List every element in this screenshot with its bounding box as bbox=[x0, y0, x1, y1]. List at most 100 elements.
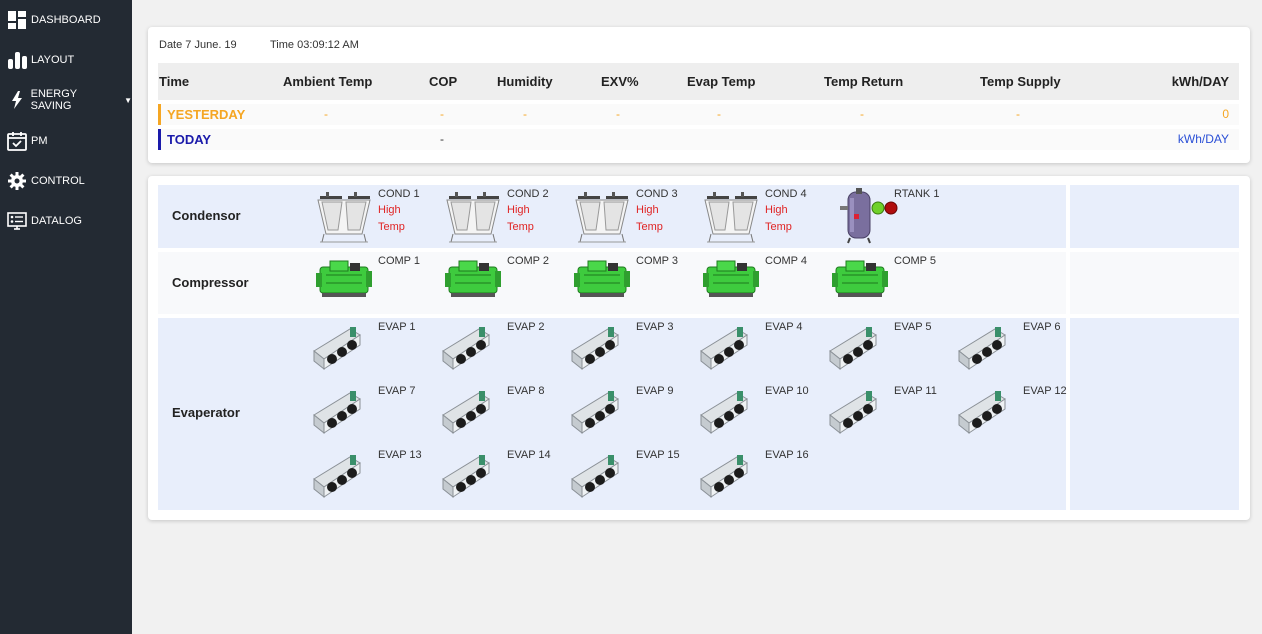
condenser-unit-label: COND 1 bbox=[378, 188, 420, 200]
calendar-check-icon bbox=[7, 131, 27, 151]
bar-chart-icon bbox=[7, 50, 27, 70]
dashboard-icon bbox=[7, 10, 27, 30]
evaporator-unit-icon bbox=[313, 455, 361, 499]
evaporator-unit-icon bbox=[829, 391, 877, 435]
evaporator-unit-label: EVAP 6 bbox=[1023, 321, 1061, 333]
header-humidity: Humidity bbox=[497, 74, 553, 89]
high-temp-warning: High Temp bbox=[378, 204, 405, 233]
today-label: TODAY bbox=[158, 129, 211, 150]
nav-layout[interactable]: LAYOUT bbox=[0, 42, 132, 78]
evaporator-unit-label: EVAP 10 bbox=[765, 385, 809, 397]
nav-control[interactable]: CONTROL bbox=[0, 163, 132, 199]
header-kwh-day: kWh/DAY bbox=[1171, 74, 1229, 89]
nav-datalog-label: DATALOG bbox=[31, 215, 82, 227]
nav-dashboard-label: DASHBOARD bbox=[31, 14, 101, 26]
evaporator-unit-label: EVAP 14 bbox=[507, 449, 551, 461]
evaporator-unit-icon bbox=[700, 391, 748, 435]
yesterday-return: - bbox=[860, 107, 864, 121]
table-header: Time Ambient Temp COP Humidity EXV% Evap… bbox=[158, 63, 1239, 100]
evaporator-unit-icon bbox=[700, 327, 748, 371]
yesterday-cop: - bbox=[440, 107, 444, 121]
gear-icon bbox=[7, 171, 27, 191]
yesterday-ambient: - bbox=[324, 107, 328, 121]
evaporator-unit-icon bbox=[958, 391, 1006, 435]
compressor-unit-label: COMP 4 bbox=[765, 255, 807, 267]
header-time: Time bbox=[159, 74, 190, 89]
high-temp-warning: High Temp bbox=[765, 204, 792, 233]
condenser-unit-icon bbox=[446, 192, 500, 243]
compressor-title: Compressor bbox=[172, 275, 249, 290]
compressor-side-panel bbox=[1070, 252, 1239, 314]
lightning-icon bbox=[7, 90, 27, 110]
compressor-unit-icon bbox=[445, 260, 501, 297]
header-cop: COP bbox=[429, 74, 458, 89]
evaporator-unit-label: EVAP 16 bbox=[765, 449, 809, 461]
compressor-unit-icon bbox=[574, 260, 630, 297]
condenser-unit-icon bbox=[704, 192, 758, 243]
nav-control-label: CONTROL bbox=[31, 175, 85, 187]
yesterday-humidity: - bbox=[523, 107, 527, 121]
today-cop: - bbox=[440, 132, 444, 146]
evaporator-unit-label: EVAP 2 bbox=[507, 321, 545, 333]
table-row-yesterday: YESTERDAY - - - - - - - 0 bbox=[158, 104, 1239, 125]
evaporator-unit-icon bbox=[571, 327, 619, 371]
nav-dashboard[interactable]: DASHBOARD bbox=[0, 2, 132, 38]
evaporator-unit-icon bbox=[571, 391, 619, 435]
evaporator-unit-label: EVAP 11 bbox=[894, 385, 937, 397]
header-ambient-temp: Ambient Temp bbox=[283, 74, 373, 89]
nav-pm[interactable]: PM bbox=[0, 123, 132, 159]
condenser-unit-label: COND 3 bbox=[636, 188, 678, 200]
chevron-down-icon: ▼ bbox=[124, 95, 132, 105]
nav-energy-saving-label: ENERGY SAVING bbox=[30, 88, 77, 112]
header-temp-supply: Temp Supply bbox=[980, 74, 1061, 89]
nav-energy-saving[interactable]: ENERGY SAVING ▼ bbox=[0, 82, 132, 118]
date-label: Date 7 June. 19 bbox=[159, 39, 237, 51]
yesterday-evap: - bbox=[717, 107, 721, 121]
evaporator-unit-label: EVAP 5 bbox=[894, 321, 932, 333]
compressor-unit-label: COMP 2 bbox=[507, 255, 549, 267]
condenser-unit-label: COND 2 bbox=[507, 188, 549, 200]
summary-card: Date 7 June. 19 Time 03:09:12 AM Time Am… bbox=[148, 27, 1250, 163]
evaporator-unit-icon bbox=[313, 391, 361, 435]
sidebar: DASHBOARD LAYOUT ENERGY SAVING ▼ PM CONT… bbox=[0, 0, 132, 634]
evaporator-unit-label: EVAP 7 bbox=[378, 385, 416, 397]
evaporator-unit-icon bbox=[829, 327, 877, 371]
high-temp-warning: High Temp bbox=[636, 204, 663, 233]
compressor-unit-icon bbox=[832, 260, 888, 297]
evaporator-unit-label: EVAP 3 bbox=[636, 321, 674, 333]
monitor-list-icon bbox=[7, 211, 27, 231]
compressor-unit-label: COMP 5 bbox=[894, 255, 936, 267]
evaporator-unit-icon bbox=[571, 455, 619, 499]
evaporator-unit-label: EVAP 4 bbox=[765, 321, 803, 333]
receiver-tank-label: RTANK 1 bbox=[894, 188, 940, 200]
table-row-today: TODAY - kWh/DAY bbox=[158, 129, 1239, 150]
nav-layout-label: LAYOUT bbox=[31, 54, 75, 66]
evaporator-unit-label: EVAP 13 bbox=[378, 449, 422, 461]
evaporator-unit-label: EVAP 12 bbox=[1023, 385, 1067, 397]
today-kwh: kWh/DAY bbox=[1177, 132, 1229, 146]
evaporator-unit-icon bbox=[958, 327, 1006, 371]
condenser-unit-icon bbox=[317, 192, 371, 243]
evaporator-unit-icon bbox=[313, 327, 361, 371]
nav-pm-label: PM bbox=[31, 135, 48, 147]
condensor-title: Condensor bbox=[172, 208, 241, 223]
time-label: Time 03:09:12 AM bbox=[270, 39, 359, 51]
compressor-unit-icon bbox=[316, 260, 372, 297]
nav-datalog[interactable]: DATALOG bbox=[0, 203, 132, 239]
evaporator-unit-label: EVAP 9 bbox=[636, 385, 674, 397]
evaporator-side-panel bbox=[1070, 318, 1239, 510]
yesterday-kwh: 0 bbox=[1222, 107, 1229, 121]
compressor-unit-label: COMP 3 bbox=[636, 255, 678, 267]
high-temp-warning: High Temp bbox=[507, 204, 534, 233]
evaporator-unit-label: EVAP 15 bbox=[636, 449, 680, 461]
header-exv: EXV% bbox=[601, 74, 639, 89]
header-evap-temp: Evap Temp bbox=[687, 74, 756, 89]
equipment-card: Condensor Compressor Evaperator COND 1 Hi… bbox=[148, 176, 1250, 520]
yesterday-label: YESTERDAY bbox=[158, 104, 245, 125]
condenser-unit-icon bbox=[575, 192, 629, 243]
evaporator-unit-label: EVAP 1 bbox=[378, 321, 416, 333]
evaporator-title: Evaperator bbox=[172, 405, 240, 420]
header-temp-return: Temp Return bbox=[824, 74, 904, 89]
evaporator-unit-icon bbox=[442, 391, 490, 435]
yesterday-supply: - bbox=[1016, 107, 1020, 121]
